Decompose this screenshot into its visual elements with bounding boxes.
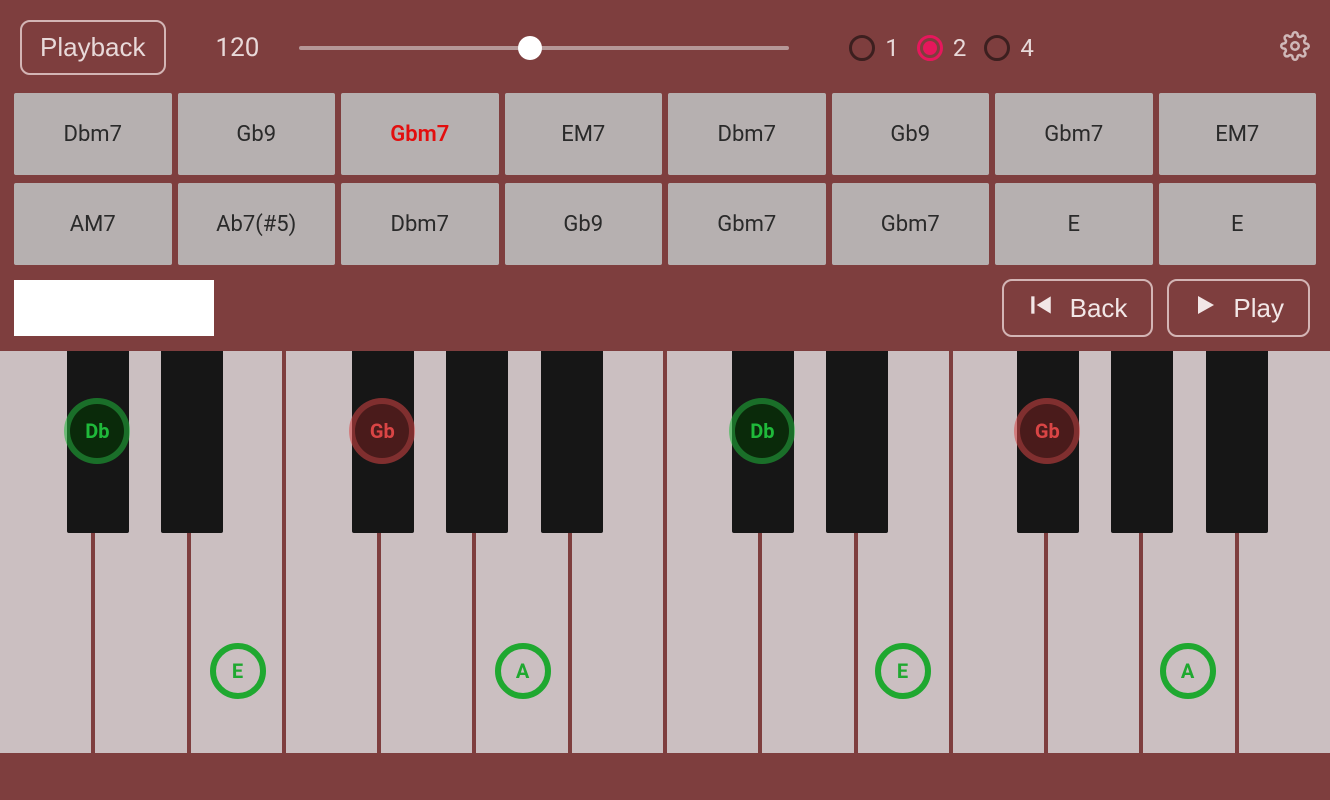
octave-label: 4 [1020, 34, 1034, 62]
note-marker: A [495, 643, 551, 699]
tempo-slider[interactable] [299, 36, 789, 60]
chord-cell[interactable]: Gb9 [178, 93, 336, 175]
octave-option-4[interactable]: 4 [984, 34, 1034, 62]
radio-icon [917, 35, 943, 61]
octave-group: 1 2 4 [849, 34, 1034, 62]
black-key[interactable] [541, 351, 603, 533]
chord-cell[interactable]: Gb9 [832, 93, 990, 175]
chord-row-1: Dbm7Gb9Gbm7EM7Dbm7Gb9Gbm7EM7 [14, 93, 1316, 175]
playback-button[interactable]: Playback [20, 20, 166, 75]
chord-row-2: AM7Ab7(#5)Dbm7Gb9Gbm7Gbm7EE [14, 183, 1316, 265]
back-button[interactable]: Back [1002, 279, 1154, 337]
chord-cell[interactable]: Gbm7 [341, 93, 499, 175]
black-key[interactable] [161, 351, 223, 533]
skip-back-icon [1028, 292, 1054, 325]
note-marker: Gb [1020, 404, 1074, 458]
chord-cell[interactable]: Gbm7 [832, 183, 990, 265]
note-marker: Db [735, 404, 789, 458]
octave-option-2[interactable]: 2 [917, 34, 967, 62]
radio-icon [849, 35, 875, 61]
play-icon [1193, 293, 1217, 324]
note-marker: E [210, 643, 266, 699]
chord-cell[interactable]: Dbm7 [668, 93, 826, 175]
black-key[interactable] [826, 351, 888, 533]
chord-cell[interactable]: Dbm7 [341, 183, 499, 265]
chord-cell[interactable]: Gbm7 [995, 93, 1153, 175]
chord-cell[interactable]: Gb9 [505, 183, 663, 265]
chord-cell[interactable]: AM7 [14, 183, 172, 265]
note-marker: A [1160, 643, 1216, 699]
gear-icon[interactable] [1280, 31, 1310, 65]
octave-label: 1 [885, 34, 899, 62]
black-key[interactable] [1206, 351, 1268, 533]
radio-icon [984, 35, 1010, 61]
play-button[interactable]: Play [1167, 279, 1310, 337]
topbar: Playback 120 1 2 4 [0, 0, 1330, 93]
back-label: Back [1070, 293, 1128, 324]
slider-thumb[interactable] [518, 36, 542, 60]
chord-grid: Dbm7Gb9Gbm7EM7Dbm7Gb9Gbm7EM7 AM7Ab7(#5)D… [0, 93, 1330, 265]
chord-cell[interactable]: E [995, 183, 1153, 265]
chord-cell[interactable]: EM7 [1159, 93, 1317, 175]
note-marker: Gb [355, 404, 409, 458]
note-marker: E [875, 643, 931, 699]
tempo-value: 120 [216, 33, 260, 63]
play-label: Play [1233, 293, 1284, 324]
chord-cell[interactable]: Gbm7 [668, 183, 826, 265]
black-key[interactable] [1111, 351, 1173, 533]
blank-input-box[interactable] [14, 280, 214, 336]
chord-cell[interactable]: Dbm7 [14, 93, 172, 175]
octave-label: 2 [953, 34, 967, 62]
controls-row: Back Play [0, 265, 1330, 351]
chord-cell[interactable]: E [1159, 183, 1317, 265]
chord-cell[interactable]: Ab7(#5) [178, 183, 336, 265]
piano-keyboard: Db Gb Db Gb E A E A [0, 351, 1330, 753]
note-marker: Db [70, 404, 124, 458]
black-key[interactable] [446, 351, 508, 533]
slider-track [299, 46, 789, 50]
chord-cell[interactable]: EM7 [505, 93, 663, 175]
octave-option-1[interactable]: 1 [849, 34, 899, 62]
